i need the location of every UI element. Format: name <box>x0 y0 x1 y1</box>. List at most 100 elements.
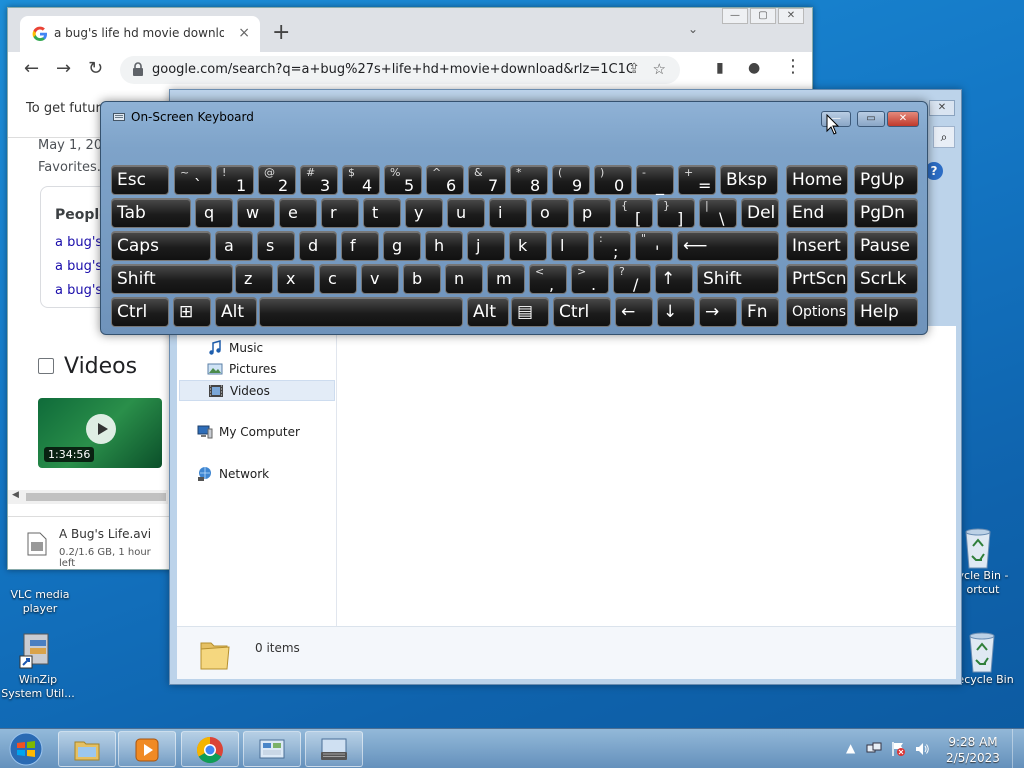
key-bksp[interactable]: Bksp <box>720 165 778 195</box>
key-quote[interactable]: " ' <box>635 231 673 261</box>
minimize-button[interactable]: — <box>722 8 748 24</box>
key-7[interactable]: & 7 <box>468 165 506 195</box>
key-r[interactable]: r <box>321 198 359 228</box>
key-c[interactable]: c <box>319 264 357 294</box>
tab-close-icon[interactable]: × <box>238 25 250 41</box>
desktop-icon-winzip[interactable]: WinZip System Util... <box>0 630 76 701</box>
key-pause[interactable]: Pause <box>854 231 918 261</box>
file-list-pane[interactable] <box>337 326 956 626</box>
key-o[interactable]: o <box>531 198 569 228</box>
key-i[interactable]: i <box>489 198 527 228</box>
key-l[interactable]: l <box>551 231 589 261</box>
key-0[interactable]: ) 0 <box>594 165 632 195</box>
side-panel-icon[interactable]: ▮ <box>716 60 724 76</box>
network-tray-icon[interactable] <box>866 741 882 760</box>
key-options[interactable]: Options <box>786 297 848 327</box>
key-enter[interactable]: ⟵ <box>677 231 779 261</box>
nav-item-my-computer[interactable]: My Computer <box>197 424 300 440</box>
key-space[interactable] <box>259 297 463 327</box>
key-home[interactable]: Home <box>786 165 848 195</box>
menu-icon[interactable]: ⋮ <box>784 56 802 77</box>
key-pgdn[interactable]: PgDn <box>854 198 918 228</box>
key-period[interactable]: >. <box>571 264 609 294</box>
key-8[interactable]: * 8 <box>510 165 548 195</box>
tray-overflow-icon[interactable]: ▲ <box>846 741 855 755</box>
key-b[interactable]: b <box>403 264 441 294</box>
address-bar[interactable]: google.com/search?q=a+bug%27s+life+hd+mo… <box>120 56 680 84</box>
key-q[interactable]: q <box>195 198 233 228</box>
key-equals[interactable]: + = <box>678 165 716 195</box>
key-d[interactable]: d <box>299 231 337 261</box>
key-help[interactable]: Help <box>854 297 918 327</box>
key-minus[interactable]: - _ <box>636 165 674 195</box>
profile-icon[interactable]: ● <box>748 60 760 76</box>
system-clock[interactable]: 9:28 AM 2/5/2023 <box>940 734 1006 766</box>
osk-maximize-button[interactable]: ▭ <box>857 111 885 127</box>
maximize-button[interactable]: ▢ <box>750 8 776 24</box>
key-down[interactable]: ↓ <box>657 297 695 327</box>
back-button[interactable]: ← <box>24 58 39 79</box>
search-icon[interactable]: ⌕ <box>933 126 955 148</box>
key-insert[interactable]: Insert <box>786 231 848 261</box>
scrollbar-thumb[interactable] <box>26 493 166 501</box>
key-u[interactable]: u <box>447 198 485 228</box>
key-scrlk[interactable]: ScrLk <box>854 264 918 294</box>
key-ralt[interactable]: Alt <box>467 297 509 327</box>
people-link[interactable]: a bug's <box>55 259 102 274</box>
key-win[interactable]: ⊞ <box>173 297 211 327</box>
new-tab-button[interactable]: + <box>272 20 290 45</box>
key-3[interactable]: #3 <box>300 165 338 195</box>
osk-close-button[interactable]: ✕ <box>887 111 919 127</box>
key-1[interactable]: ! 1 <box>216 165 254 195</box>
show-desktop-button[interactable] <box>1012 729 1024 768</box>
key-caps[interactable]: Caps <box>111 231 211 261</box>
taskbar-osk-button[interactable] <box>305 731 363 767</box>
key-backslash[interactable]: | \ <box>699 198 737 228</box>
nav-item-network[interactable]: Network <box>197 466 269 482</box>
key-6[interactable]: ^ 6 <box>426 165 464 195</box>
key-del[interactable]: Del <box>741 198 779 228</box>
key-2[interactable]: @2 <box>258 165 296 195</box>
download-item[interactable]: A Bug's Life.avi 0.2/1.6 GB, 1 hour left <box>8 516 170 569</box>
key-g[interactable]: g <box>383 231 421 261</box>
nav-item-pictures[interactable]: Pictures <box>207 361 277 377</box>
taskbar-chrome-button[interactable] <box>181 731 239 767</box>
volume-icon[interactable] <box>914 741 930 760</box>
taskbar-explorer-button[interactable] <box>58 731 116 767</box>
start-button[interactable] <box>6 731 46 767</box>
key-rshift[interactable]: Shift <box>697 264 779 294</box>
key-semicolon[interactable]: :; <box>593 231 631 261</box>
people-link[interactable]: a bug's <box>55 235 102 250</box>
key-esc[interactable]: Esc <box>111 165 169 195</box>
key-rbracket[interactable]: }] <box>657 198 695 228</box>
key-p[interactable]: p <box>573 198 611 228</box>
key-prtscn[interactable]: PrtScn <box>786 264 848 294</box>
key-a[interactable]: a <box>215 231 253 261</box>
key-h[interactable]: h <box>425 231 463 261</box>
reload-button[interactable]: ↻ <box>88 58 103 79</box>
nav-item-videos[interactable]: Videos <box>179 380 335 401</box>
key-x[interactable]: x <box>277 264 315 294</box>
key-s[interactable]: s <box>257 231 295 261</box>
key-lbracket[interactable]: {[ <box>615 198 653 228</box>
key-fn[interactable]: Fn <box>741 297 779 327</box>
osk-title-bar[interactable]: On-Screen Keyboard — ▭ ✕ <box>101 102 927 132</box>
key-f[interactable]: f <box>341 231 379 261</box>
horizontal-scrollbar[interactable]: ◀ <box>8 490 168 504</box>
key-9[interactable]: (9 <box>552 165 590 195</box>
key-tab[interactable]: Tab <box>111 198 191 228</box>
key-v[interactable]: v <box>361 264 399 294</box>
key-m[interactable]: m <box>487 264 525 294</box>
key-w[interactable]: w <box>237 198 275 228</box>
forward-button[interactable]: → <box>56 58 71 79</box>
key-n[interactable]: n <box>445 264 483 294</box>
key-5[interactable]: % 5 <box>384 165 422 195</box>
browser-tab[interactable]: a bug's life hd movie download × <box>20 16 260 52</box>
key-up[interactable]: ↑ <box>655 264 693 294</box>
key-4[interactable]: $4 <box>342 165 380 195</box>
key-left[interactable]: ← <box>615 297 653 327</box>
key-pgup[interactable]: PgUp <box>854 165 918 195</box>
explorer-close-button[interactable]: ✕ <box>929 100 955 116</box>
taskbar-media-player-button[interactable] <box>118 731 176 767</box>
key-e[interactable]: e <box>279 198 317 228</box>
